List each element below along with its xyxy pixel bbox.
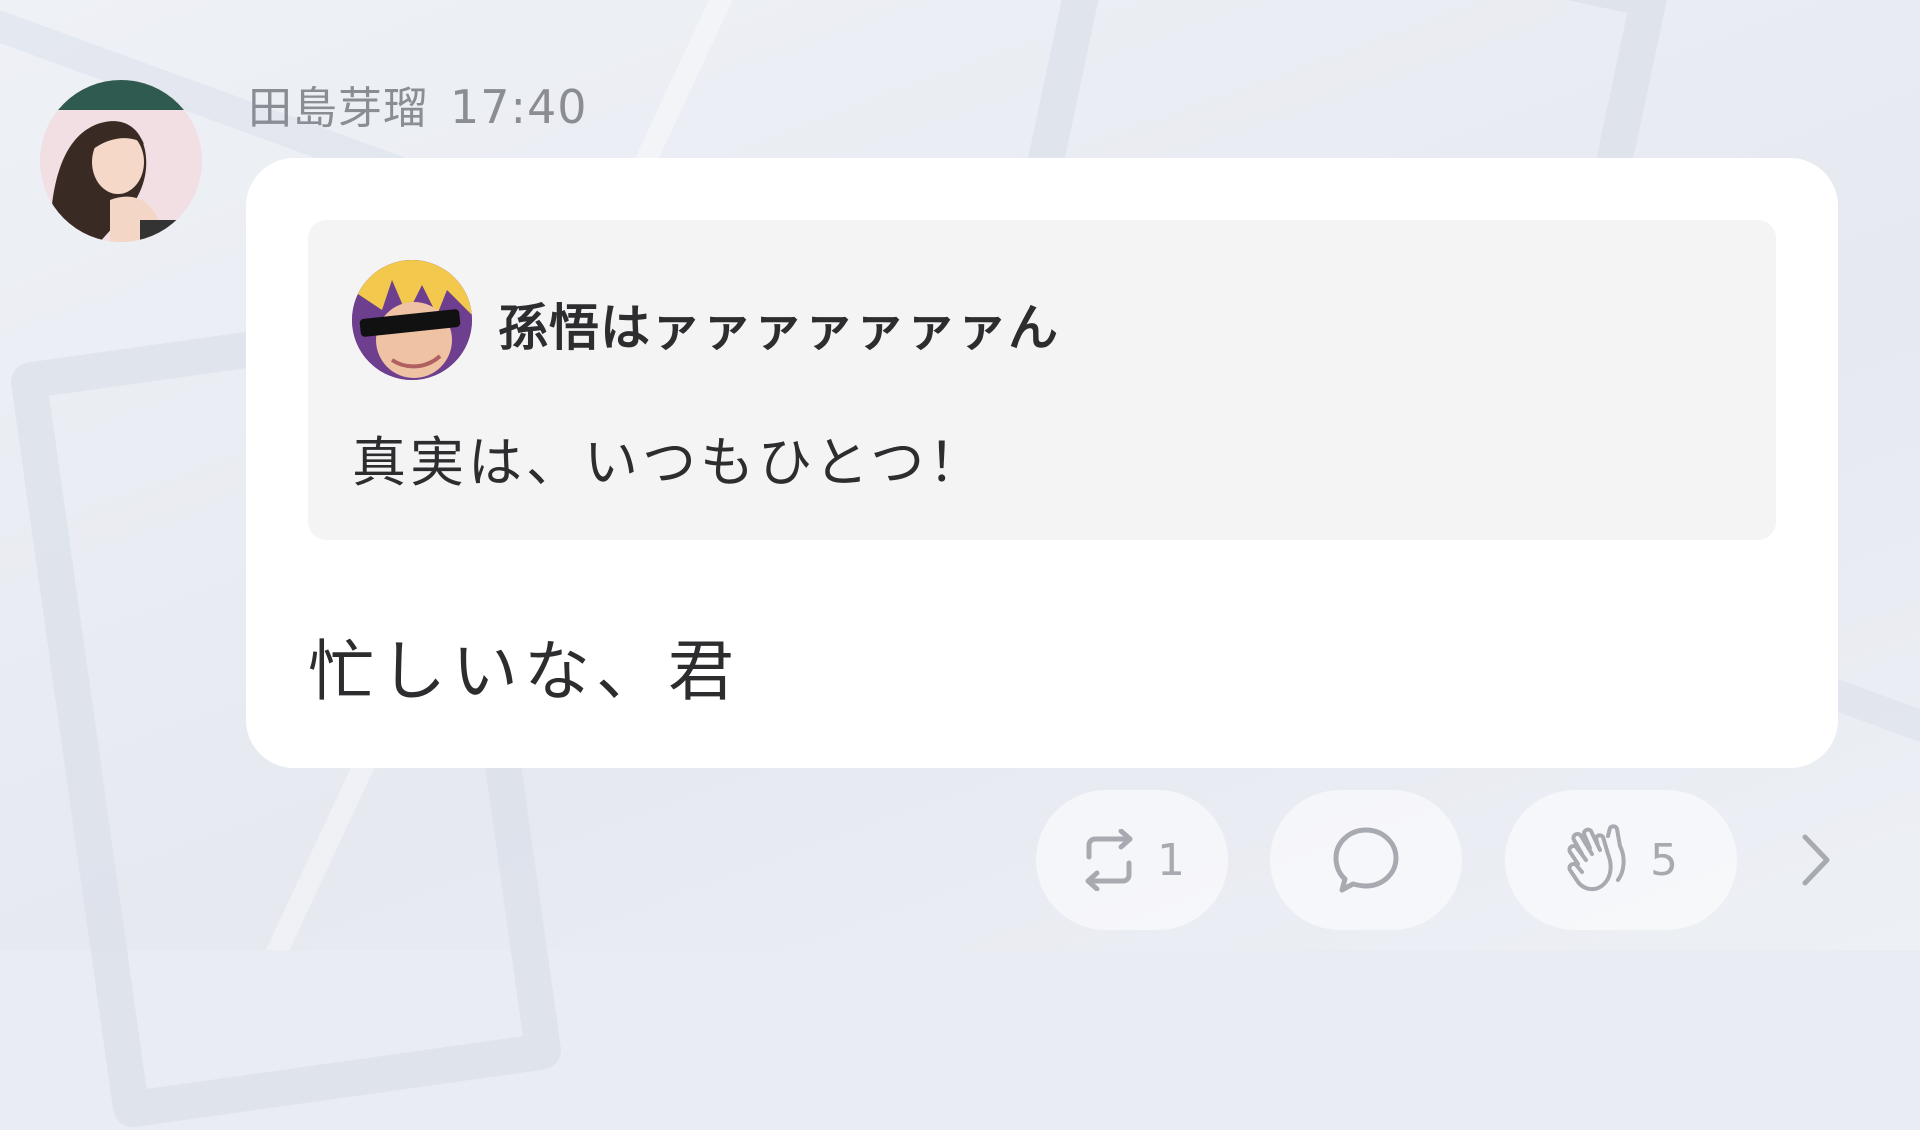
clap-count: 5 xyxy=(1650,835,1678,886)
message-bubble[interactable]: 孫悟はァァァァァァァん 真実は、いつもひとつ！ 忙しいな、君 xyxy=(246,158,1838,768)
clap-button[interactable]: 5 xyxy=(1505,790,1737,930)
quoted-author-name[interactable]: 孫悟はァァァァァァァん xyxy=(498,288,1059,360)
comment-button[interactable] xyxy=(1270,790,1462,930)
more-button[interactable] xyxy=(1794,828,1838,892)
message-text: 忙しいな、君 xyxy=(308,618,740,714)
post-meta: 田島芽瑠 17:40 xyxy=(248,72,588,136)
author-avatar[interactable] xyxy=(40,80,202,242)
author-photo xyxy=(40,80,202,242)
repost-icon xyxy=(1079,829,1139,891)
chevron-right-icon xyxy=(1799,833,1833,887)
post-time: 17:40 xyxy=(450,80,588,134)
author-name[interactable]: 田島芽瑠 xyxy=(248,72,428,136)
quoted-post[interactable]: 孫悟はァァァァァァァん 真実は、いつもひとつ！ xyxy=(308,220,1776,540)
post: 田島芽瑠 17:40 孫悟はァァァァァァァん 真実は、いつもひとつ！ 忙しいな、… xyxy=(0,0,1920,950)
quoted-author-photo xyxy=(352,260,472,380)
clap-icon xyxy=(1564,824,1632,896)
comment-icon xyxy=(1330,824,1402,896)
quoted-text: 真実は、いつもひとつ！ xyxy=(352,418,986,497)
quoted-author-avatar[interactable] xyxy=(352,260,472,380)
repost-count: 1 xyxy=(1157,835,1185,886)
action-bar: 1 5 xyxy=(0,790,1920,930)
repost-button[interactable]: 1 xyxy=(1036,790,1228,930)
